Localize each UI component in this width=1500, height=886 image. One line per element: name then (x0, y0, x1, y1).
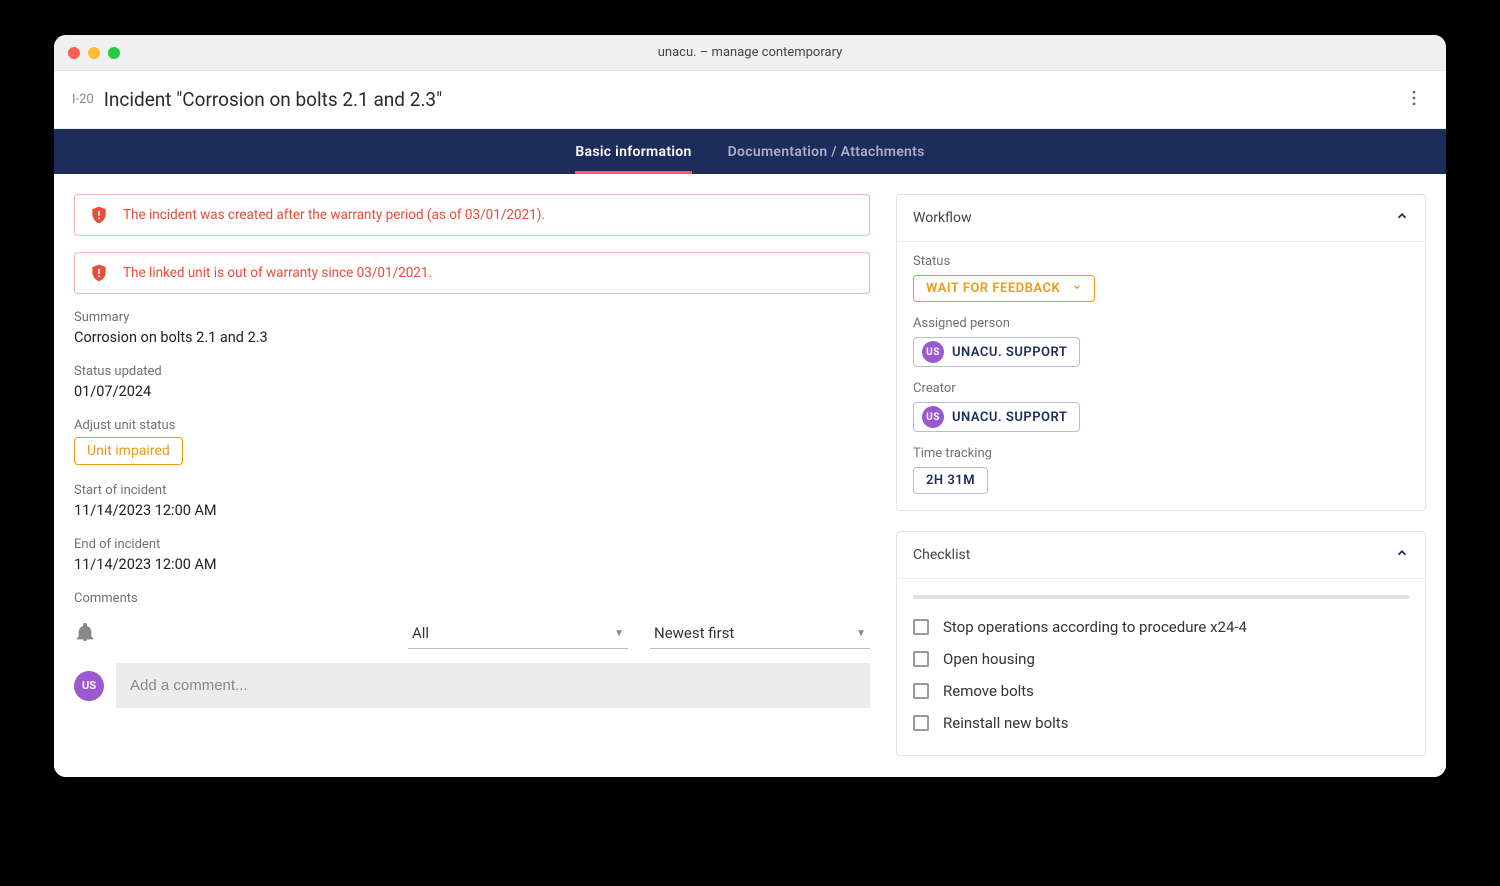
field-label: Summary (74, 310, 870, 325)
incident-id: I-20 (72, 92, 94, 107)
checklist-item-label: Open housing (943, 650, 1035, 668)
alert-warranty-created: The incident was created after the warra… (74, 194, 870, 236)
checklist-item: Stop operations according to procedure x… (913, 611, 1409, 643)
wf-label: Assigned person (913, 316, 1409, 331)
creator-pill[interactable]: US UNACU. SUPPORT (913, 402, 1080, 432)
comment-controls: All ▼ Newest first ▼ (74, 618, 870, 649)
select-value: Newest first (654, 624, 734, 642)
select-value: All (412, 624, 429, 642)
page-header: I-20 Incident "Corrosion on bolts 2.1 an… (54, 71, 1446, 129)
tab-basic-information[interactable]: Basic information (575, 129, 691, 174)
comment-input-row: US (74, 663, 870, 708)
avatar: US (74, 671, 104, 701)
status-pill[interactable]: WAIT FOR FEEDBACK (913, 275, 1095, 302)
chevron-down-icon (1072, 281, 1082, 296)
tab-documentation[interactable]: Documentation / Attachments (728, 129, 925, 174)
checklist-card-header[interactable]: Checklist (897, 532, 1425, 579)
field-value: 11/14/2023 12:00 AM (74, 556, 870, 573)
traffic-lights (68, 47, 120, 59)
checklist-item: Open housing (913, 643, 1409, 675)
wf-label: Status (913, 254, 1409, 269)
comments-label: Comments (74, 591, 870, 606)
bell-icon (74, 621, 96, 643)
field-label: End of incident (74, 537, 870, 552)
app-window: unacu. – manage contemporary I-20 Incide… (54, 35, 1446, 777)
wf-status: Status WAIT FOR FEEDBACK (913, 254, 1409, 302)
chevron-up-icon (1395, 546, 1409, 564)
wf-creator: Creator US UNACU. SUPPORT (913, 381, 1409, 432)
alert-unit-warranty: The linked unit is out of warranty since… (74, 252, 870, 294)
field-status-updated: Status updated 01/07/2024 (74, 364, 870, 400)
comment-filter-select[interactable]: All ▼ (408, 618, 628, 649)
wf-label: Time tracking (913, 446, 1409, 461)
avatar: US (922, 341, 944, 363)
assigned-person-pill[interactable]: US UNACU. SUPPORT (913, 337, 1080, 367)
workflow-card: Workflow Status WAIT FOR FEEDBACK (896, 194, 1426, 511)
checklist-item-label: Stop operations according to procedure x… (943, 618, 1247, 636)
dots-vertical-icon (1404, 88, 1424, 108)
unit-status-pill[interactable]: Unit impaired (74, 437, 183, 465)
alert-text: The incident was created after the warra… (123, 207, 545, 223)
notification-bell-button[interactable] (74, 621, 96, 647)
field-value: Corrosion on bolts 2.1 and 2.3 (74, 329, 870, 346)
wf-label: Creator (913, 381, 1409, 396)
content-area: The incident was created after the warra… (54, 174, 1446, 777)
field-label: Start of incident (74, 483, 870, 498)
checklist-item: Reinstall new bolts (913, 707, 1409, 739)
field-summary: Summary Corrosion on bolts 2.1 and 2.3 (74, 310, 870, 346)
title-bar: unacu. – manage contemporary (54, 35, 1446, 71)
alert-text: The linked unit is out of warranty since… (123, 265, 432, 281)
close-window-button[interactable] (68, 47, 80, 59)
checklist-card: Checklist Stop operations according to p… (896, 531, 1426, 756)
field-value: 01/07/2024 (74, 383, 870, 400)
field-adjust-unit-status: Adjust unit status Unit impaired (74, 418, 870, 465)
checklist-checkbox[interactable] (913, 619, 929, 635)
shield-alert-icon (89, 263, 109, 283)
main-column: The incident was created after the warra… (74, 194, 870, 757)
minimize-window-button[interactable] (88, 47, 100, 59)
chevron-down-icon: ▼ (614, 628, 624, 639)
card-title: Checklist (913, 547, 970, 563)
pill-text: UNACU. SUPPORT (952, 345, 1067, 360)
time-tracking-pill[interactable]: 2H 31M (913, 467, 988, 494)
checklist-checkbox[interactable] (913, 651, 929, 667)
pill-text: WAIT FOR FEEDBACK (926, 281, 1060, 296)
checklist-item: Remove bolts (913, 675, 1409, 707)
more-actions-button[interactable] (1400, 84, 1428, 116)
page-title: Incident "Corrosion on bolts 2.1 and 2.3… (104, 88, 442, 111)
checklist-card-body: Stop operations according to procedure x… (897, 579, 1425, 755)
checklist-checkbox[interactable] (913, 715, 929, 731)
side-column: Workflow Status WAIT FOR FEEDBACK (896, 194, 1426, 757)
chevron-down-icon: ▼ (856, 628, 866, 639)
card-title: Workflow (913, 210, 972, 226)
pill-text: UNACU. SUPPORT (952, 410, 1067, 425)
avatar: US (922, 406, 944, 428)
workflow-card-header[interactable]: Workflow (897, 195, 1425, 242)
workflow-card-body: Status WAIT FOR FEEDBACK Assigned person… (897, 242, 1425, 510)
comment-sort-select[interactable]: Newest first ▼ (650, 618, 870, 649)
field-end-of-incident: End of incident 11/14/2023 12:00 AM (74, 537, 870, 573)
comment-input[interactable] (116, 663, 870, 708)
tab-bar: Basic information Documentation / Attach… (54, 129, 1446, 174)
window-title: unacu. – manage contemporary (54, 45, 1446, 60)
chevron-up-icon (1395, 209, 1409, 227)
shield-alert-icon (89, 205, 109, 225)
wf-time-tracking: Time tracking 2H 31M (913, 446, 1409, 494)
field-start-of-incident: Start of incident 11/14/2023 12:00 AM (74, 483, 870, 519)
checklist-progress-bar (913, 595, 1409, 599)
checklist-item-label: Reinstall new bolts (943, 714, 1068, 732)
wf-assigned: Assigned person US UNACU. SUPPORT (913, 316, 1409, 367)
field-label: Status updated (74, 364, 870, 379)
field-label: Adjust unit status (74, 418, 870, 433)
maximize-window-button[interactable] (108, 47, 120, 59)
field-value: 11/14/2023 12:00 AM (74, 502, 870, 519)
checklist-item-label: Remove bolts (943, 682, 1034, 700)
checklist-checkbox[interactable] (913, 683, 929, 699)
